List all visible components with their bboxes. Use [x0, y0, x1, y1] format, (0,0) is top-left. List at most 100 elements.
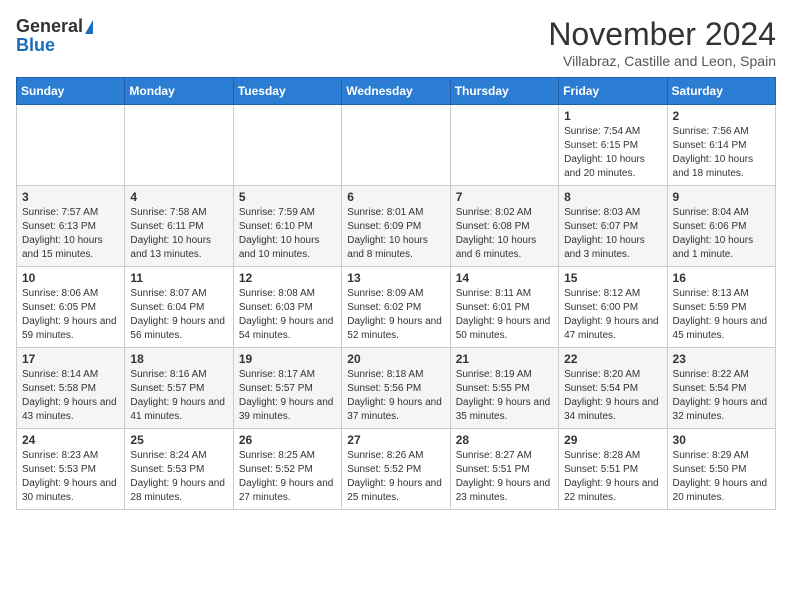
day-number: 21 [456, 352, 553, 366]
day-info: Sunrise: 8:25 AMSunset: 5:52 PMDaylight:… [239, 449, 336, 505]
day-info: Sunrise: 8:29 AMSunset: 5:50 PMDaylight:… [673, 449, 770, 505]
logo-triangle-icon [85, 20, 93, 34]
calendar-cell: 4Sunrise: 7:58 AMSunset: 6:11 PMDaylight… [125, 186, 233, 267]
month-title: November 2024 [548, 16, 776, 53]
day-number: 5 [239, 190, 336, 204]
day-info: Sunrise: 8:06 AMSunset: 6:05 PMDaylight:… [22, 287, 119, 343]
day-info: Sunrise: 8:22 AMSunset: 5:54 PMDaylight:… [673, 368, 770, 424]
day-number: 28 [456, 433, 553, 447]
day-number: 19 [239, 352, 336, 366]
calendar-cell: 28 Sunrise: 8:27 AMSunset: 5:51 PMDayligh… [450, 429, 558, 510]
calendar-week-4: 17Sunrise: 8:14 AMSunset: 5:58 PMDayligh… [17, 348, 776, 429]
day-info: Sunrise: 8:07 AMSunset: 6:04 PMDaylight:… [130, 287, 227, 343]
day-number: 16 [673, 271, 770, 285]
calendar-cell: 9Sunrise: 8:04 AMSunset: 6:06 PMDaylight… [667, 186, 775, 267]
day-info: Sunrise: 8:26 AMSunset: 5:52 PMDaylight:… [347, 449, 444, 505]
day-info: Sunrise: 8:02 AMSunset: 6:08 PMDaylight:… [456, 206, 553, 262]
calendar-header-thursday: Thursday [450, 78, 558, 105]
calendar-header-tuesday: Tuesday [233, 78, 341, 105]
calendar-cell: 7 Sunrise: 8:02 AMSunset: 6:08 PMDaylight… [450, 186, 558, 267]
day-number: 18 [130, 352, 227, 366]
calendar-week-1: 1 Sunrise: 7:54 AMSunset: 6:15 PMDaylight… [17, 105, 776, 186]
day-number: 15 [564, 271, 661, 285]
logo-text: General [16, 16, 83, 37]
day-number: 9 [673, 190, 770, 204]
calendar-cell: 22Sunrise: 8:20 AMSunset: 5:54 PMDayligh… [559, 348, 667, 429]
day-info: Sunrise: 7:59 AMSunset: 6:10 PMDaylight:… [239, 206, 336, 262]
day-info: Sunrise: 8:19 AMSunset: 5:55 PMDaylight:… [456, 368, 553, 424]
calendar-header-monday: Monday [125, 78, 233, 105]
calendar-cell: 6 Sunrise: 8:01 AMSunset: 6:09 PMDaylight… [342, 186, 450, 267]
calendar-cell [450, 105, 558, 186]
calendar-cell: 1 Sunrise: 7:54 AMSunset: 6:15 PMDaylight… [559, 105, 667, 186]
day-number: 29 [564, 433, 661, 447]
day-number: 6 [347, 190, 444, 204]
calendar-cell: 12 Sunrise: 8:08 AMSunset: 6:03 PMDayligh… [233, 267, 341, 348]
day-number: 10 [22, 271, 119, 285]
calendar-header-wednesday: Wednesday [342, 78, 450, 105]
day-info: Sunrise: 7:54 AMSunset: 6:15 PMDaylight:… [564, 125, 661, 181]
calendar-cell: 15 Sunrise: 8:12 AMSunset: 6:00 PMDayligh… [559, 267, 667, 348]
calendar-cell: 5 Sunrise: 7:59 AMSunset: 6:10 PMDaylight… [233, 186, 341, 267]
calendar-cell: 23 Sunrise: 8:22 AMSunset: 5:54 PMDayligh… [667, 348, 775, 429]
calendar-cell: 10 Sunrise: 8:06 AMSunset: 6:05 PMDayligh… [17, 267, 125, 348]
day-number: 14 [456, 271, 553, 285]
day-number: 12 [239, 271, 336, 285]
day-number: 25 [130, 433, 227, 447]
calendar-header-sunday: Sunday [17, 78, 125, 105]
calendar-cell: 18Sunrise: 8:16 AMSunset: 5:57 PMDayligh… [125, 348, 233, 429]
day-info: Sunrise: 8:18 AMSunset: 5:56 PMDaylight:… [347, 368, 444, 424]
day-number: 11 [130, 271, 227, 285]
calendar-table: SundayMondayTuesdayWednesdayThursdayFrid… [16, 77, 776, 510]
calendar-cell: 29 Sunrise: 8:28 AMSunset: 5:51 PMDayligh… [559, 429, 667, 510]
day-number: 8 [564, 190, 661, 204]
calendar-cell: 20 Sunrise: 8:18 AMSunset: 5:56 PMDayligh… [342, 348, 450, 429]
calendar-cell [342, 105, 450, 186]
calendar-cell: 26 Sunrise: 8:25 AMSunset: 5:52 PMDayligh… [233, 429, 341, 510]
day-info: Sunrise: 8:14 AMSunset: 5:58 PMDaylight:… [22, 368, 119, 424]
calendar-week-2: 3 Sunrise: 7:57 AMSunset: 6:13 PMDaylight… [17, 186, 776, 267]
day-number: 3 [22, 190, 119, 204]
day-number: 22 [564, 352, 661, 366]
day-info: Sunrise: 8:27 AMSunset: 5:51 PMDaylight:… [456, 449, 553, 505]
calendar-cell: 19Sunrise: 8:17 AMSunset: 5:57 PMDayligh… [233, 348, 341, 429]
day-number: 7 [456, 190, 553, 204]
day-info: Sunrise: 8:08 AMSunset: 6:03 PMDaylight:… [239, 287, 336, 343]
calendar-cell: 25 Sunrise: 8:24 AMSunset: 5:53 PMDayligh… [125, 429, 233, 510]
day-info: Sunrise: 8:03 AMSunset: 6:07 PMDaylight:… [564, 206, 661, 262]
day-number: 24 [22, 433, 119, 447]
day-number: 1 [564, 109, 661, 123]
calendar-cell: 16Sunrise: 8:13 AMSunset: 5:59 PMDayligh… [667, 267, 775, 348]
calendar-header-row: SundayMondayTuesdayWednesdayThursdayFrid… [17, 78, 776, 105]
day-info: Sunrise: 8:11 AMSunset: 6:01 PMDaylight:… [456, 287, 553, 343]
day-info: Sunrise: 7:57 AMSunset: 6:13 PMDaylight:… [22, 206, 119, 262]
calendar-cell: 24 Sunrise: 8:23 AMSunset: 5:53 PMDayligh… [17, 429, 125, 510]
day-number: 30 [673, 433, 770, 447]
calendar-cell: 21 Sunrise: 8:19 AMSunset: 5:55 PMDayligh… [450, 348, 558, 429]
calendar-cell: 13Sunrise: 8:09 AMSunset: 6:02 PMDayligh… [342, 267, 450, 348]
day-info: Sunrise: 8:12 AMSunset: 6:00 PMDaylight:… [564, 287, 661, 343]
day-number: 23 [673, 352, 770, 366]
calendar-cell: 3 Sunrise: 7:57 AMSunset: 6:13 PMDaylight… [17, 186, 125, 267]
day-number: 20 [347, 352, 444, 366]
calendar-cell: 14 Sunrise: 8:11 AMSunset: 6:01 PMDayligh… [450, 267, 558, 348]
calendar-cell [125, 105, 233, 186]
calendar-cell [233, 105, 341, 186]
calendar-cell: 11 Sunrise: 8:07 AMSunset: 6:04 PMDayligh… [125, 267, 233, 348]
calendar-week-5: 24 Sunrise: 8:23 AMSunset: 5:53 PMDayligh… [17, 429, 776, 510]
day-info: Sunrise: 8:24 AMSunset: 5:53 PMDaylight:… [130, 449, 227, 505]
day-number: 26 [239, 433, 336, 447]
day-number: 27 [347, 433, 444, 447]
title-area: November 2024 Villabraz, Castille and Le… [548, 16, 776, 69]
location-subtitle: Villabraz, Castille and Leon, Spain [548, 53, 776, 69]
calendar-header-friday: Friday [559, 78, 667, 105]
calendar-cell: 30 Sunrise: 8:29 AMSunset: 5:50 PMDayligh… [667, 429, 775, 510]
day-info: Sunrise: 8:23 AMSunset: 5:53 PMDaylight:… [22, 449, 119, 505]
day-info: Sunrise: 8:01 AMSunset: 6:09 PMDaylight:… [347, 206, 444, 262]
logo: General Blue [16, 16, 93, 56]
day-info: Sunrise: 8:28 AMSunset: 5:51 PMDaylight:… [564, 449, 661, 505]
calendar-cell: 8 Sunrise: 8:03 AMSunset: 6:07 PMDaylight… [559, 186, 667, 267]
calendar-cell: 2Sunrise: 7:56 AMSunset: 6:14 PMDaylight… [667, 105, 775, 186]
day-number: 2 [673, 109, 770, 123]
calendar-cell: 17Sunrise: 8:14 AMSunset: 5:58 PMDayligh… [17, 348, 125, 429]
